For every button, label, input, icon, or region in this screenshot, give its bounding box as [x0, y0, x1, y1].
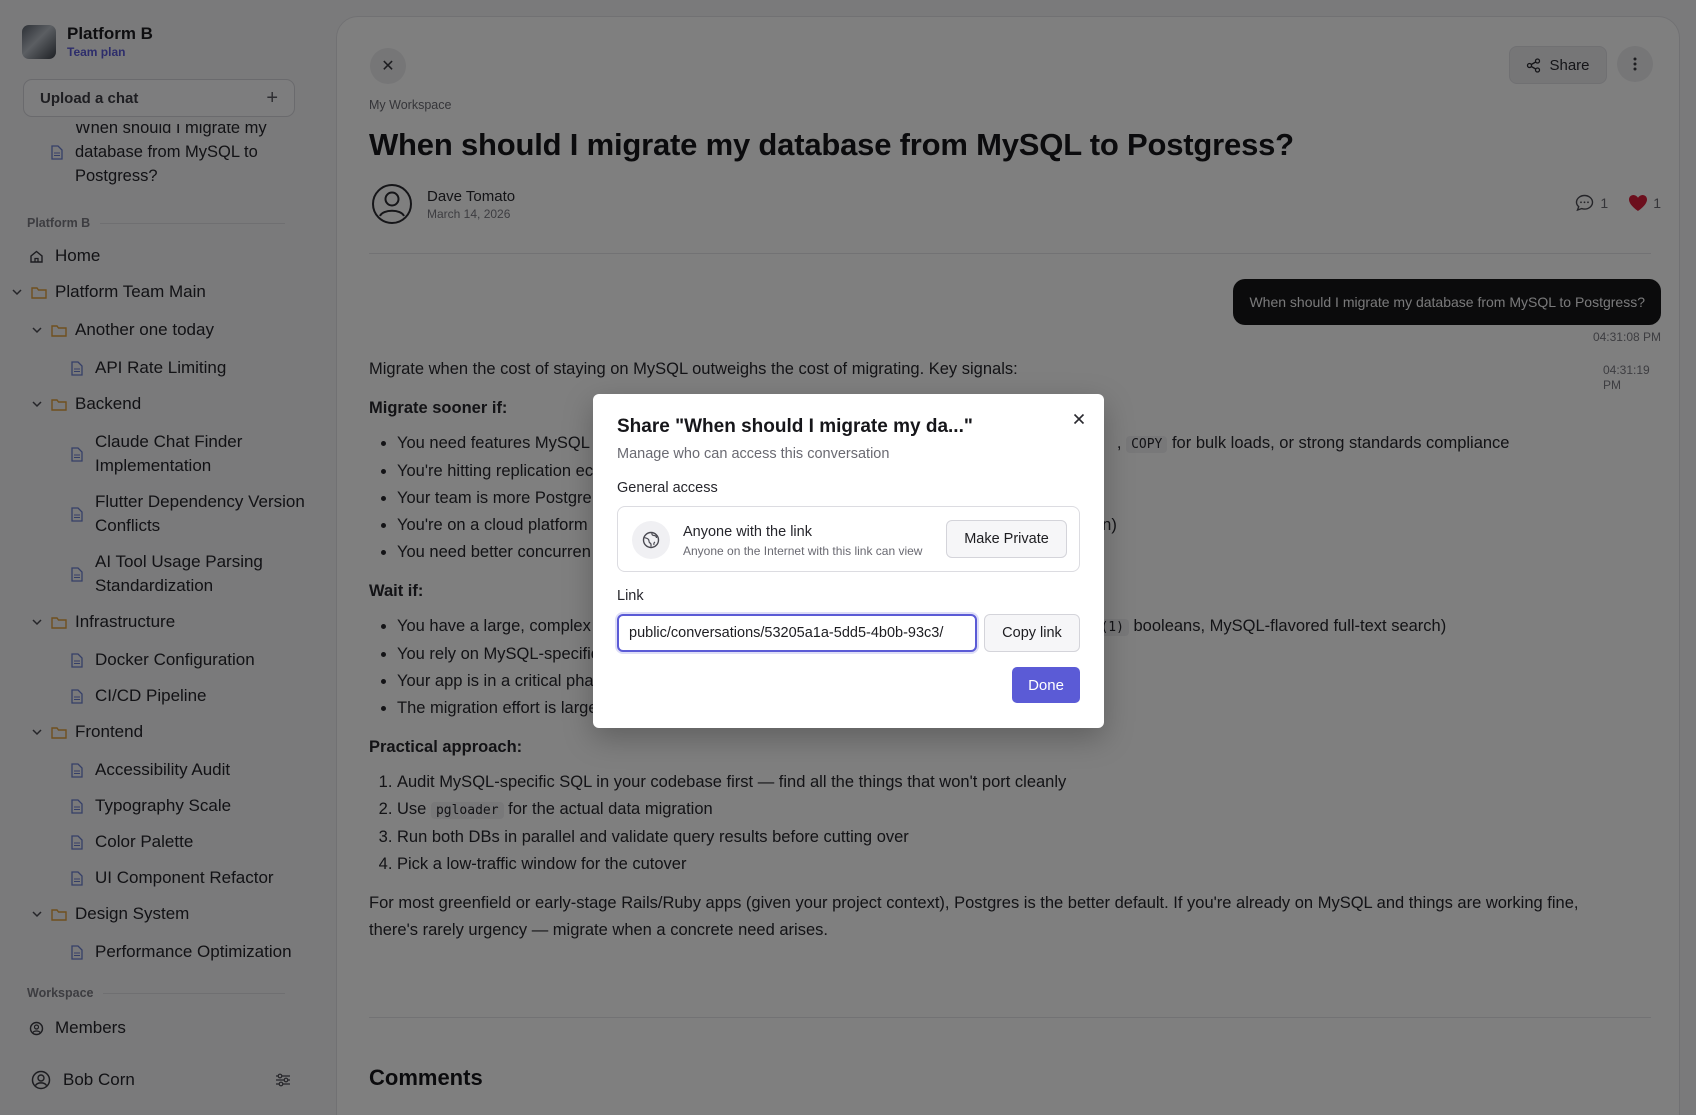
- make-private-button[interactable]: Make Private: [946, 520, 1067, 558]
- share-dialog: Share "When should I migrate my da..." M…: [593, 394, 1104, 728]
- dialog-close-button[interactable]: [1070, 410, 1088, 428]
- share-link-input[interactable]: [617, 614, 977, 652]
- copy-link-button[interactable]: Copy link: [984, 614, 1080, 652]
- link-label: Link: [617, 588, 644, 604]
- globe-icon: [632, 521, 670, 559]
- access-setting: Anyone with the link Anyone on the Inter…: [617, 506, 1080, 572]
- dialog-subtitle: Manage who can access this conversation: [617, 446, 890, 462]
- access-subtitle: Anyone on the Internet with this link ca…: [683, 544, 923, 558]
- close-icon: [1073, 413, 1085, 425]
- done-button[interactable]: Done: [1012, 667, 1080, 703]
- dialog-title: Share "When should I migrate my da...": [617, 416, 973, 437]
- general-access-label: General access: [617, 480, 718, 496]
- access-title: Anyone with the link: [683, 524, 812, 540]
